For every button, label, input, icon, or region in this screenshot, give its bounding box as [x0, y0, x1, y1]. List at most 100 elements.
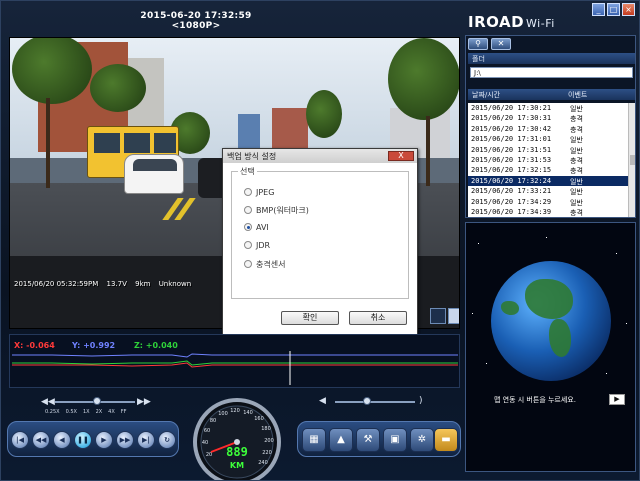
- list-item[interactable]: 2015/06/20 17:34:29 일반: [468, 197, 628, 207]
- list-item[interactable]: 2015/06/20 17:34:39 충격: [468, 207, 628, 217]
- video-osd: 2015/06/20 05:32:59PM 13.7V 9km Unknown: [14, 280, 197, 288]
- gauge-tick: 180: [261, 426, 271, 432]
- list-item[interactable]: 2015/06/20 17:31:01 일반: [468, 134, 628, 144]
- radio-bmp[interactable]: BMP(워터마크): [244, 205, 309, 217]
- radio-jpeg[interactable]: JPEG: [244, 187, 274, 200]
- dialog-title-text: 백업 방식 설정: [227, 152, 277, 161]
- rewind-icon[interactable]: ◀◀: [32, 431, 50, 449]
- play-icon[interactable]: ▶: [95, 431, 113, 449]
- speed-knob[interactable]: [93, 397, 101, 405]
- last-icon[interactable]: ▶|: [137, 431, 155, 449]
- video-view-toggle: [430, 308, 459, 324]
- star: [616, 253, 617, 254]
- col-event[interactable]: 이벤트: [568, 90, 587, 100]
- tree: [12, 38, 92, 104]
- dialog-close-button[interactable]: X: [388, 151, 414, 161]
- app-window: 2015-06-20 17:32:59 <1080P> _ □ × IROAD Wi-…: [0, 0, 640, 481]
- gauge-digital-speed: 889: [226, 445, 248, 459]
- star: [478, 243, 479, 244]
- film-icon[interactable]: ▦: [302, 428, 326, 452]
- cancel-button[interactable]: 취소: [349, 311, 407, 325]
- star: [546, 237, 547, 238]
- save-icon[interactable]: ▣: [383, 428, 407, 452]
- radio-icon[interactable]: [244, 259, 252, 268]
- dual-view-icon[interactable]: [448, 308, 459, 324]
- repeat-icon[interactable]: ↻: [158, 431, 176, 449]
- dialog-body: 선택 JPEG BMP(워터마크) AVI JDR 충격센서 확인 취소: [223, 163, 417, 335]
- brand-logo: IROAD Wi-Fi: [468, 13, 555, 31]
- gear-icon[interactable]: ✲: [410, 428, 434, 452]
- list-item[interactable]: 2015/06/20 17:30:42 충격: [468, 124, 628, 134]
- map-play-button[interactable]: ▶: [609, 394, 625, 405]
- brand-suffix: Wi-Fi: [526, 17, 555, 30]
- gauge-tick: 60: [204, 428, 210, 434]
- radio-shock-sensor[interactable]: 충격센서: [244, 259, 285, 271]
- step-back-icon[interactable]: ◀: [53, 431, 71, 449]
- list-item[interactable]: 2015/06/20 17:32:15 충격: [468, 165, 628, 175]
- star: [486, 363, 487, 364]
- star: [606, 373, 607, 374]
- gauge-tick: 40: [202, 440, 208, 446]
- gauge-tick: 240: [258, 460, 268, 466]
- list-item-selected[interactable]: 2015/06/20 17:32:24 일반: [468, 175, 628, 187]
- list-scrollbar[interactable]: [628, 103, 635, 217]
- continent: [549, 319, 571, 357]
- gsensor-z: Z: +0.040: [134, 341, 178, 350]
- double-right-triangle-icon[interactable]: ▶▶: [137, 397, 151, 407]
- settings-tools-icon[interactable]: ⚒: [356, 428, 380, 452]
- gsensor-graph: X: -0.064 Y: +0.992 Z: +0.040: [9, 334, 460, 388]
- first-icon[interactable]: |◀: [11, 431, 29, 449]
- radio-selected-icon[interactable]: [244, 222, 252, 231]
- warning-icon[interactable]: ▲: [329, 428, 353, 452]
- panel-toolbar: ⚲ ✕: [468, 38, 514, 52]
- list-item[interactable]: 2015/06/20 17:31:53 충격: [468, 155, 628, 165]
- search-icon[interactable]: ⚲: [468, 38, 488, 50]
- gauge-tick: 120: [230, 408, 240, 414]
- gauge-tick: 160: [254, 416, 264, 422]
- gauge-tick: 100: [218, 411, 228, 417]
- volume-track[interactable]: [335, 401, 415, 403]
- speedometer: 20 40 60 80 100 120 140 160 180 200 220 …: [193, 398, 281, 480]
- gauge-tick: 140: [243, 410, 253, 416]
- tool-controls: ▦ ▲ ⚒ ▣ ✲ ▬: [297, 421, 461, 457]
- single-view-icon[interactable]: [430, 308, 446, 324]
- scrollbar-thumb[interactable]: [630, 155, 635, 165]
- close-icon[interactable]: ×: [622, 3, 635, 16]
- wrench-icon[interactable]: ✕: [491, 38, 511, 50]
- radio-icon[interactable]: [244, 240, 252, 249]
- playback-controls: |◀ ◀◀ ◀ ❚❚ ▶ ▶▶ ▶| ↻: [7, 421, 179, 457]
- folder-icon[interactable]: ▬: [434, 428, 458, 452]
- gauge-tick: 220: [262, 450, 272, 456]
- gauge-unit: KM: [230, 461, 244, 470]
- radio-avi[interactable]: AVI: [244, 222, 269, 235]
- maximize-icon[interactable]: □: [607, 3, 620, 16]
- gsensor-plot: [12, 351, 458, 385]
- col-datetime[interactable]: 날짜/시간: [472, 91, 500, 99]
- list-item[interactable]: 2015/06/20 17:30:21 일반: [468, 103, 628, 113]
- pause-icon[interactable]: ❚❚: [74, 431, 92, 449]
- map-panel: 맵 연동 시 버튼을 누르세요. ▶: [465, 222, 636, 472]
- folder-field[interactable]: J:\: [470, 67, 633, 78]
- list-item[interactable]: 2015/06/20 17:33:21 일반: [468, 186, 628, 196]
- radio-jdr[interactable]: JDR: [244, 240, 270, 253]
- minimize-icon[interactable]: _: [592, 3, 605, 16]
- fast-forward-icon[interactable]: ▶▶: [116, 431, 134, 449]
- option-group-label: 선택: [238, 166, 257, 177]
- speaker-icon: ◀: [319, 396, 326, 406]
- list-item[interactable]: 2015/06/20 17:30:31 충격: [468, 113, 628, 123]
- folder-header: 폴더: [468, 53, 635, 64]
- osd-date: 2015/06/20 05:32:59PM: [14, 280, 99, 288]
- window-buttons: _ □ ×: [590, 3, 635, 17]
- tree-trunk: [46, 98, 50, 188]
- volume-knob[interactable]: [363, 397, 371, 405]
- tree: [388, 38, 459, 120]
- option-group: 선택 JPEG BMP(워터마크) AVI JDR 충격센서: [231, 166, 409, 299]
- ok-button[interactable]: 확인: [281, 311, 339, 325]
- continent: [525, 279, 573, 319]
- double-left-triangle-icon[interactable]: ◀◀: [41, 397, 55, 407]
- file-list-panel: ⚲ ✕ 폴더 J:\ 날짜/시간 이벤트 2015/06/20 17:30:21 일…: [465, 35, 636, 218]
- gauge-tick: 200: [264, 438, 274, 444]
- list-item[interactable]: 2015/06/20 17:31:51 일반: [468, 145, 628, 155]
- radio-icon[interactable]: [244, 205, 252, 214]
- radio-icon[interactable]: [244, 187, 252, 196]
